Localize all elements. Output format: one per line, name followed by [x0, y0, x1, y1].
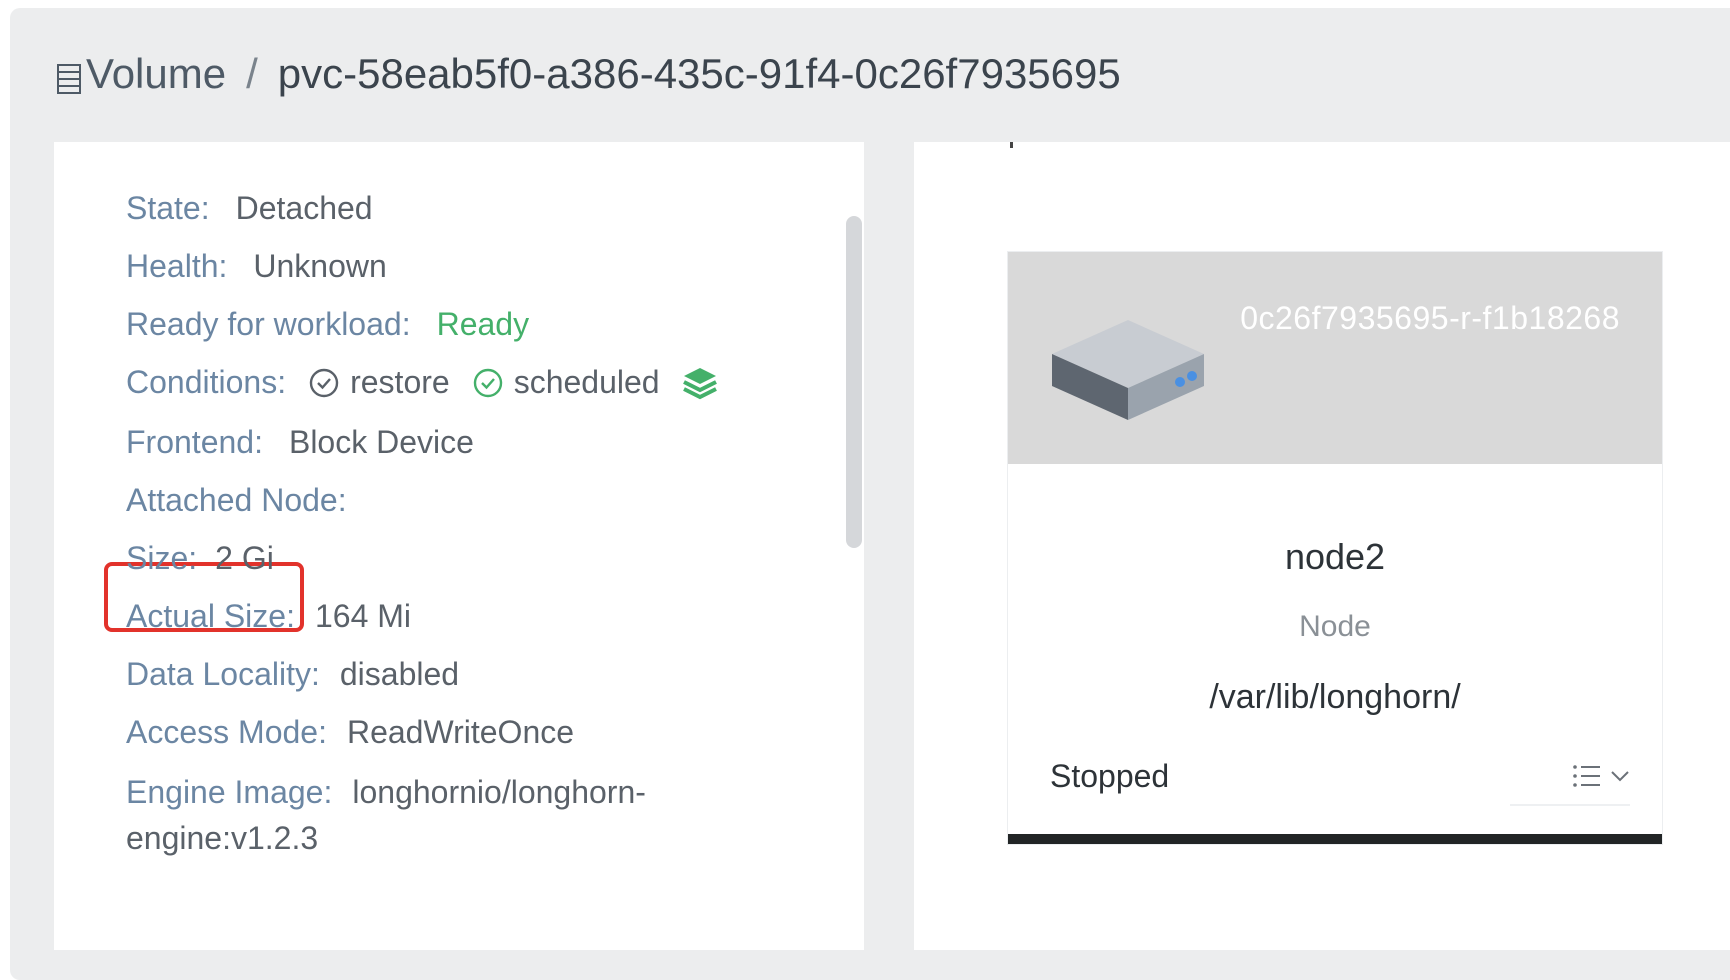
replica-status: Stopped [1050, 758, 1170, 794]
layers-icon[interactable] [682, 365, 718, 401]
engine-image-value: longhornio/longhorn- [352, 774, 646, 810]
condition-restore-label: restore [350, 364, 450, 400]
state-row: State: Detached [126, 190, 373, 227]
volume-icon [56, 57, 82, 94]
size-row: Size: 2 Gi [126, 540, 274, 577]
replicas-panel: 0c26f7935695-r-f1b18268 node2 Node /var/… [914, 142, 1730, 950]
engine-image-row: Engine Image: longhornio/longhorn- [126, 774, 646, 811]
frontend-row: Frontend: Block Device [126, 424, 474, 461]
data-locality-value: disabled [339, 656, 460, 692]
access-mode-label: Access Mode: [126, 714, 327, 750]
ready-row: Ready for workload: Ready [126, 306, 529, 343]
volume-details-panel: State: Detached Health: Unknown Ready fo… [54, 142, 864, 950]
breadcrumb-separator: / [246, 50, 258, 97]
size-value: 2 Gi [215, 540, 274, 576]
condition-scheduled-label: scheduled [513, 364, 660, 400]
replica-card[interactable]: 0c26f7935695-r-f1b18268 node2 Node /var/… [1008, 252, 1662, 844]
details-scrollbar[interactable] [846, 216, 862, 548]
health-row: Health: Unknown [126, 248, 387, 285]
engine-image-label: Engine Image: [126, 774, 333, 810]
ready-label: Ready for workload: [126, 306, 411, 342]
ready-value: Ready [436, 306, 530, 342]
frontend-value: Block Device [288, 424, 474, 460]
condition-scheduled[interactable]: scheduled [472, 364, 660, 401]
replica-actions-dropdown[interactable] [1510, 748, 1630, 806]
page-title: pvc-58eab5f0-a386-435c-91f4-0c26f7935695 [277, 50, 1121, 97]
replica-path: /var/lib/longhorn/ [1209, 678, 1461, 716]
replica-name: 0c26f7935695-r-f1b18268 [1240, 300, 1620, 336]
breadcrumb-volume-link[interactable]: Volume [86, 50, 226, 98]
actual-size-label: Actual Size: [126, 598, 295, 634]
health-value: Unknown [253, 248, 387, 284]
engine-image-value-cont: engine:v1.2.3 [126, 820, 319, 856]
conditions-row: Conditions: restore scheduled [126, 364, 718, 401]
replica-card-header: 0c26f7935695-r-f1b18268 [1008, 252, 1662, 464]
breadcrumb: Volume / pvc-58eab5f0-a386-435c-91f4-0c2… [56, 44, 1121, 104]
replica-node-label: Node [1299, 610, 1371, 643]
access-mode-row: Access Mode: ReadWriteOnce [126, 714, 574, 751]
replica-node-name: node2 [1284, 536, 1386, 577]
attached-node-row: Attached Node: [126, 482, 373, 519]
size-label: Size: [126, 540, 198, 576]
engine-image-row-cont: engine:v1.2.3 [126, 820, 318, 857]
health-label: Health: [126, 248, 228, 284]
check-circle-icon [309, 368, 339, 397]
condition-restore[interactable]: restore [308, 364, 450, 401]
frontend-label: Frontend: [126, 424, 263, 460]
attached-node-label: Attached Node: [126, 482, 347, 518]
actual-size-row: Actual Size: 164 Mi [126, 598, 411, 635]
state-value: Detached [235, 190, 373, 226]
disk-icon [1052, 320, 1204, 420]
data-locality-row: Data Locality: disabled [126, 656, 459, 693]
access-mode-value: ReadWriteOnce [346, 714, 575, 750]
check-circle-icon [473, 368, 502, 397]
actual-size-value: 164 Mi [314, 598, 412, 634]
chevron-down-icon [1611, 771, 1629, 782]
list-icon [1573, 765, 1600, 787]
conditions-label: Conditions: [126, 364, 287, 400]
data-locality-label: Data Locality: [126, 656, 320, 692]
panel-tick-mark [1010, 142, 1013, 148]
replica-status-bar [1008, 834, 1662, 844]
state-label: State: [126, 190, 210, 226]
